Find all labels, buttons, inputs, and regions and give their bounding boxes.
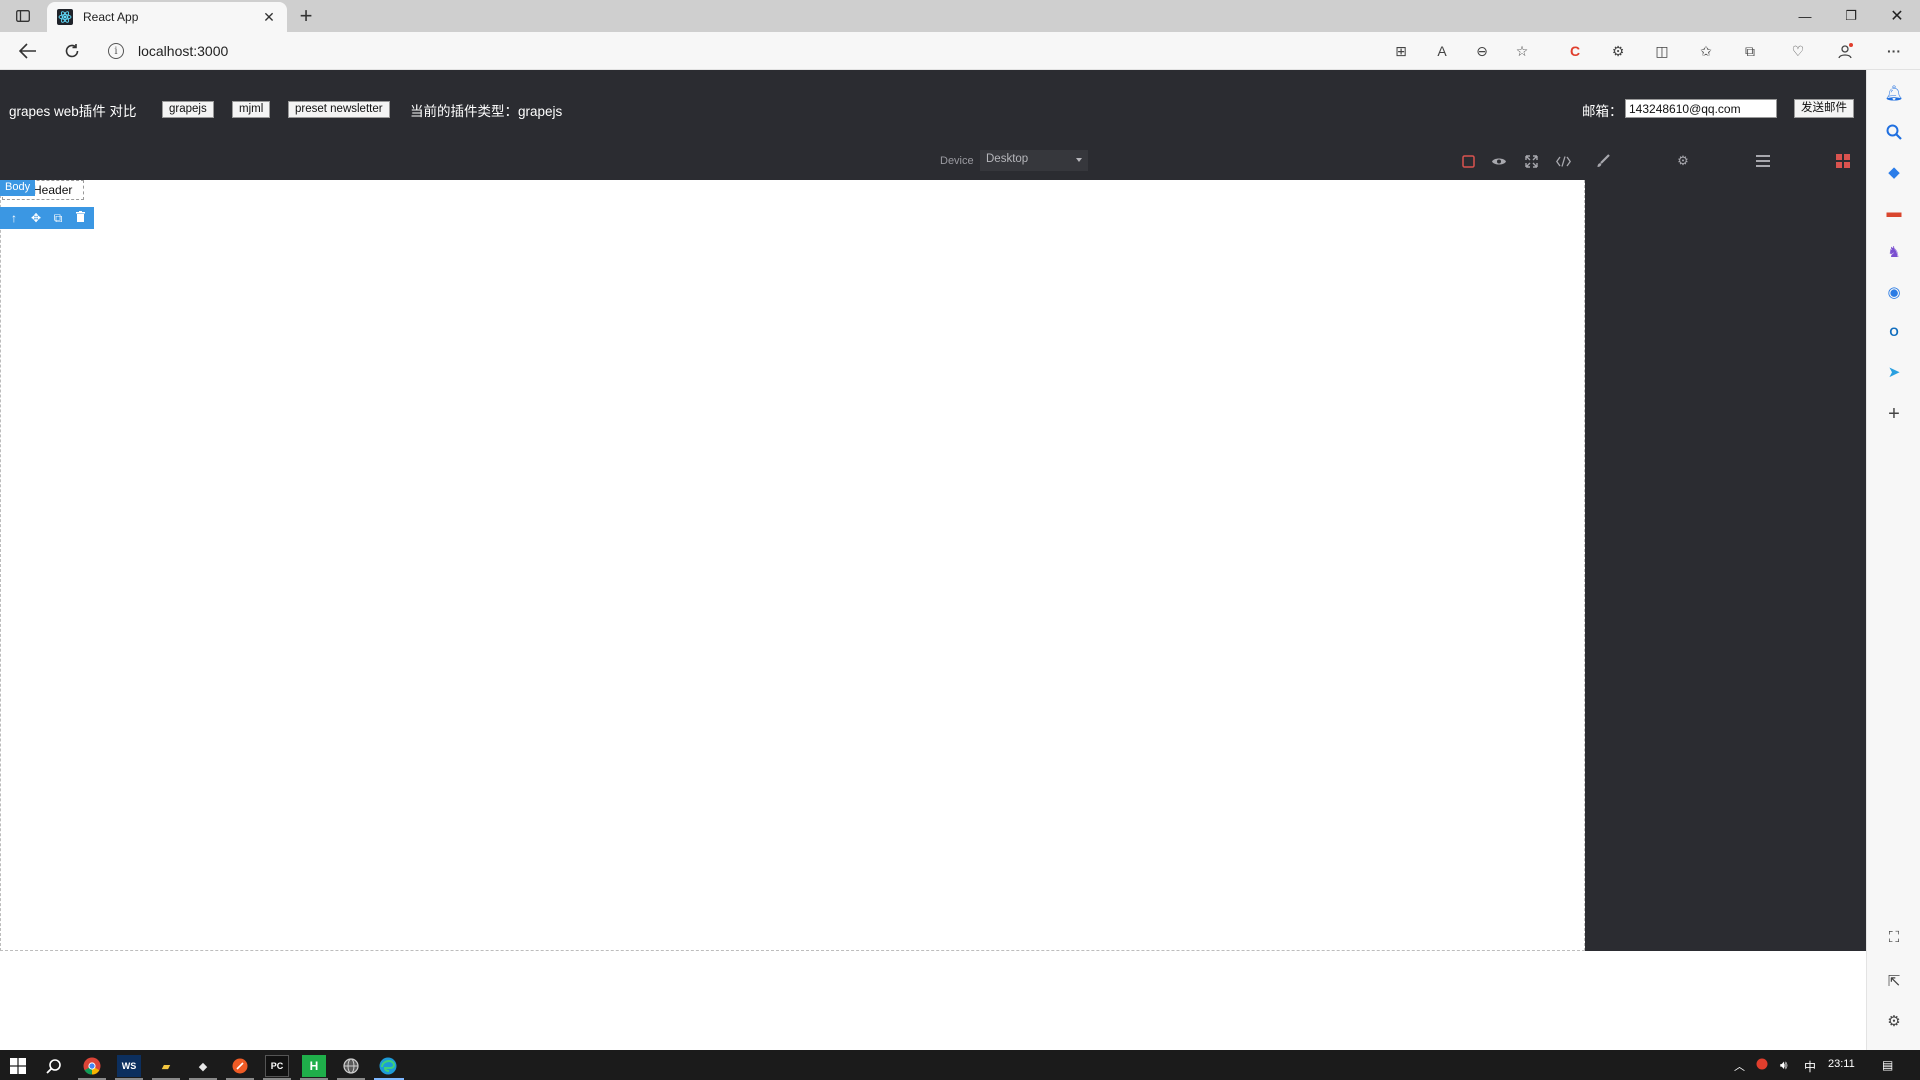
browser-toolbar: i localhost:3000 ⊞ A ⊖ ☆ C ⚙ ◫ ✩ ⧉ ♡ ··· (0, 32, 1920, 70)
style-manager-brush-icon[interactable] (1592, 150, 1614, 172)
email-label: 邮箱： (1582, 104, 1623, 119)
add-sidebar-app-icon[interactable]: + (1883, 403, 1905, 425)
screenshot-icon[interactable]: ⛶ (1883, 926, 1905, 948)
fullscreen-icon[interactable] (1520, 150, 1542, 172)
favorite-star-icon[interactable]: ☆ (1512, 41, 1532, 61)
extensions-icon[interactable]: ⚙ (1608, 41, 1628, 61)
edge-sidebar: 🔔︎ ◆ ▬ ♞ ◉ O ➤ + ⛶ ⇱ ⚙ (1866, 70, 1920, 1050)
taskbar-clock[interactable]: 23:11 (1828, 1058, 1855, 1070)
device-select[interactable]: Desktop (980, 150, 1088, 171)
extension-c-icon[interactable]: C (1565, 41, 1585, 61)
restore-icon[interactable]: ❐ (1828, 0, 1874, 32)
component-toolbar: ↑ ✥ ⧉ (0, 207, 94, 229)
open-external-icon[interactable]: ⇱ (1883, 970, 1905, 992)
app-title: grapes web插件 对比 (9, 104, 137, 119)
new-tab-icon[interactable]: + (294, 3, 318, 28)
page-footer-area (0, 951, 1866, 1050)
app-available-icon[interactable]: ⊞ (1391, 41, 1411, 61)
editor-panel-bar (0, 146, 1866, 180)
code-view-icon[interactable] (1552, 150, 1574, 172)
delete-trash-icon[interactable] (71, 211, 89, 225)
git-icon[interactable]: ◆ (191, 1055, 215, 1077)
email-input[interactable] (1625, 99, 1777, 118)
notification-center-icon[interactable]: ▤ (1882, 1058, 1893, 1072)
layer-manager-icon[interactable] (1752, 150, 1774, 172)
network-globe-icon[interactable] (339, 1055, 363, 1077)
browser-tab[interactable]: React App ✕ (47, 2, 287, 32)
preset-newsletter-button[interactable]: preset newsletter (288, 101, 390, 118)
file-explorer-icon[interactable]: ▰ (154, 1055, 178, 1077)
more-menu-icon[interactable]: ··· (1884, 41, 1904, 61)
favorites-icon[interactable]: ✩ (1696, 41, 1716, 61)
url-text: localhost:3000 (138, 43, 229, 59)
select-parent-arrow-up-icon[interactable]: ↑ (5, 211, 23, 225)
webstorm-icon[interactable]: WS (117, 1055, 141, 1077)
windows-start-icon[interactable] (6, 1055, 30, 1077)
tray-chevron-up-icon[interactable]: ︿ (1734, 1058, 1745, 1074)
preview-eye-icon[interactable] (1488, 150, 1510, 172)
tab-close-icon[interactable]: ✕ (261, 9, 277, 26)
grapejs-button[interactable]: grapejs (162, 101, 214, 118)
chrome-icon[interactable] (80, 1055, 104, 1077)
hbuilder-icon[interactable]: H (302, 1055, 326, 1077)
device-select-value: Desktop (986, 153, 1029, 165)
tray-antivirus-icon[interactable] (1756, 1058, 1768, 1073)
search-icon[interactable] (1883, 121, 1905, 143)
address-bar[interactable]: i localhost:3000 (108, 37, 1408, 65)
react-favicon-icon (57, 9, 73, 25)
outlook-icon[interactable]: O (1883, 321, 1905, 343)
refresh-icon[interactable] (60, 39, 84, 63)
postman-icon[interactable] (228, 1055, 252, 1077)
chevron-down-icon (1076, 158, 1082, 162)
split-screen-icon[interactable]: ◫ (1652, 41, 1672, 61)
games-icon[interactable]: ♞ (1883, 241, 1905, 263)
minimize-icon[interactable]: — (1782, 0, 1828, 32)
notifications-bell-icon[interactable]: 🔔︎ (1883, 82, 1905, 104)
app-header: grapes web插件 对比 grapejs mjml preset news… (0, 70, 1866, 146)
microsoft-365-icon[interactable]: ◉ (1883, 281, 1905, 303)
site-info-icon[interactable]: i (108, 43, 124, 59)
mjml-button[interactable]: mjml (232, 101, 271, 118)
send-plane-icon[interactable]: ➤ (1883, 361, 1905, 383)
tab-title: React App (83, 10, 139, 24)
collections-icon[interactable]: ⧉ (1740, 41, 1760, 61)
zoom-out-icon[interactable]: ⊖ (1472, 41, 1492, 61)
tools-briefcase-icon[interactable]: ▬ (1883, 201, 1905, 223)
browser-tab-strip: React App ✕ + — ❐ ✕ (0, 0, 1920, 32)
read-aloud-icon[interactable]: A (1432, 41, 1452, 61)
clone-copy-icon[interactable]: ⧉ (49, 211, 67, 226)
taskbar-search-icon[interactable] (42, 1055, 66, 1077)
sw-visibility-icon[interactable] (1457, 150, 1479, 172)
body-badge: Body (0, 180, 36, 196)
plugin-type-label: 当前的插件类型：grapejs (410, 104, 563, 119)
tab-actions-icon[interactable] (12, 6, 34, 26)
editor-right-panel (1585, 180, 1866, 951)
send-email-button[interactable]: 发送邮件 (1794, 99, 1854, 118)
close-window-icon[interactable]: ✕ (1874, 0, 1920, 32)
edge-browser-icon[interactable] (376, 1055, 400, 1077)
back-icon[interactable] (16, 39, 40, 63)
ime-indicator[interactable]: 中 (1804, 1058, 1816, 1075)
pycharm-icon[interactable]: PC (265, 1055, 289, 1077)
tray-volume-icon[interactable]: 🔊︎ (1780, 1058, 1788, 1073)
device-label: Device (940, 155, 974, 167)
move-drag-icon[interactable]: ✥ (27, 211, 45, 225)
sidebar-settings-icon[interactable]: ⚙ (1883, 1010, 1905, 1032)
shopping-tag-icon[interactable]: ◆ (1883, 161, 1905, 183)
browser-essentials-icon[interactable]: ♡ (1788, 41, 1808, 61)
windows-taskbar: WS ▰ ◆ PC H ︿ 🔊︎ 中 23:11 ▤ (0, 1050, 1920, 1080)
blocks-grid-icon[interactable] (1832, 150, 1854, 172)
settings-gear-icon[interactable]: ⚙ (1672, 150, 1694, 172)
editor-canvas[interactable] (0, 180, 1585, 951)
profile-icon[interactable] (1835, 41, 1855, 61)
